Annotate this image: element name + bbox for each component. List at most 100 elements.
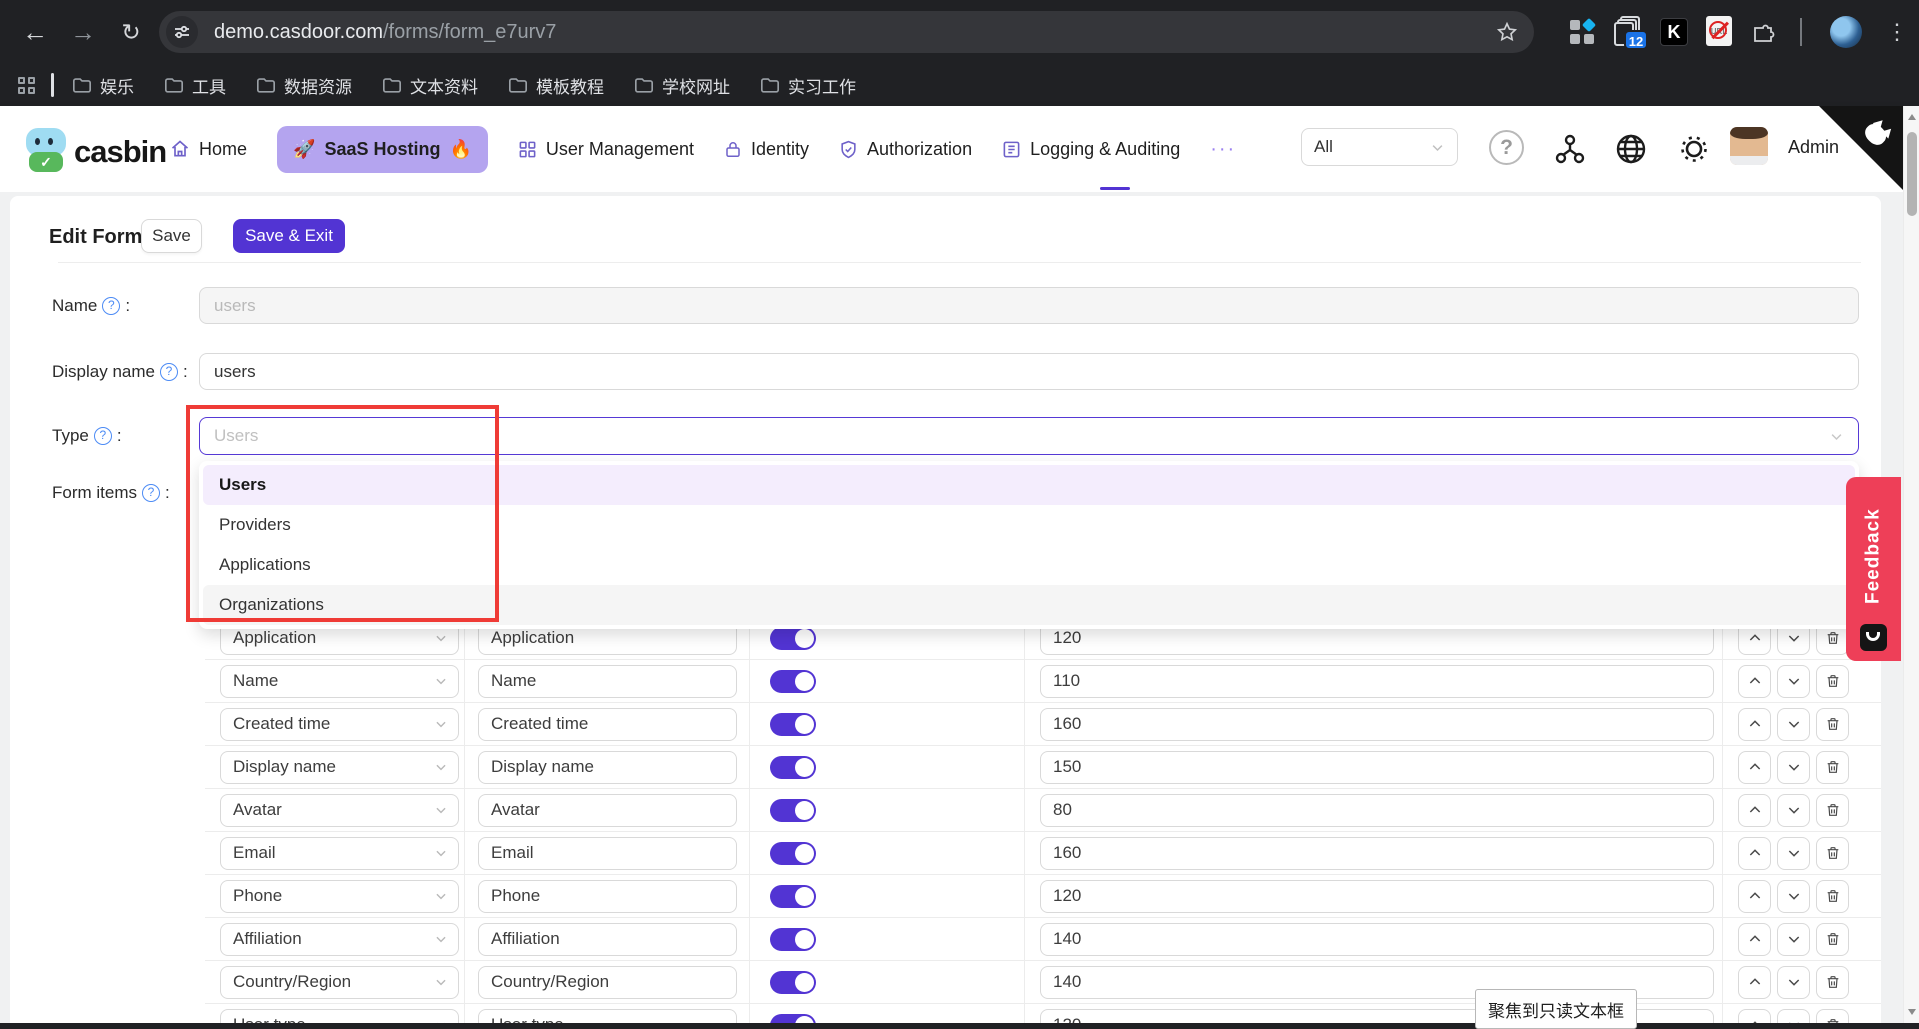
display-name-cell-input[interactable]: Affiliation xyxy=(478,923,737,956)
browser-profile-avatar[interactable] xyxy=(1830,16,1862,48)
bookmark-folder[interactable]: 学校网址 xyxy=(634,73,730,98)
move-up-button[interactable] xyxy=(1738,880,1771,913)
reload-icon[interactable]: ↻ xyxy=(114,16,148,50)
field-select[interactable]: User type xyxy=(220,1009,459,1024)
visible-toggle[interactable] xyxy=(770,928,816,951)
move-down-button[interactable] xyxy=(1777,665,1810,698)
move-up-button[interactable] xyxy=(1738,923,1771,956)
nav-item-authorization[interactable]: Authorization xyxy=(839,139,972,160)
display-name-cell-input[interactable]: Created time xyxy=(478,708,737,741)
visible-toggle[interactable] xyxy=(770,713,816,736)
display-name-cell-input[interactable]: Display name xyxy=(478,751,737,784)
organization-filter-select[interactable]: All xyxy=(1301,128,1458,166)
field-select[interactable]: Country/Region xyxy=(220,966,459,999)
delete-button[interactable] xyxy=(1816,966,1849,999)
page-scrollbar[interactable] xyxy=(1903,106,1919,1023)
delete-button[interactable] xyxy=(1816,794,1849,827)
nav-item--[interactable]: ··· xyxy=(1210,138,1236,161)
delete-button[interactable] xyxy=(1816,665,1849,698)
sitemap-icon[interactable] xyxy=(1552,131,1588,167)
back-icon[interactable]: ← xyxy=(18,16,52,50)
field-select[interactable]: Name xyxy=(220,665,459,698)
move-down-button[interactable] xyxy=(1777,966,1810,999)
visible-toggle[interactable] xyxy=(770,799,816,822)
name-input[interactable]: users xyxy=(199,287,1859,324)
visible-toggle[interactable] xyxy=(770,842,816,865)
bookmark-folder[interactable]: 娱乐 xyxy=(72,73,134,98)
delete-button[interactable] xyxy=(1816,708,1849,741)
move-down-button[interactable] xyxy=(1777,923,1810,956)
field-select[interactable]: Display name xyxy=(220,751,459,784)
scroll-down-icon[interactable] xyxy=(1908,1009,1916,1015)
bento-extension-icon[interactable] xyxy=(1568,18,1596,46)
visible-toggle[interactable] xyxy=(770,885,816,908)
move-up-button[interactable] xyxy=(1738,751,1771,784)
save-button[interactable]: Save xyxy=(141,219,202,253)
nav-item-logging-auditing[interactable]: Logging & Auditing xyxy=(1002,139,1180,160)
delete-button[interactable] xyxy=(1816,751,1849,784)
move-down-button[interactable] xyxy=(1777,837,1810,870)
field-select[interactable]: Phone xyxy=(220,880,459,913)
bookmark-star-icon[interactable] xyxy=(1496,21,1518,43)
move-down-button[interactable] xyxy=(1777,794,1810,827)
field-select[interactable]: Avatar xyxy=(220,794,459,827)
delete-button[interactable] xyxy=(1816,837,1849,870)
move-up-button[interactable] xyxy=(1738,1009,1771,1024)
language-globe-icon[interactable] xyxy=(1613,131,1649,167)
visible-toggle[interactable] xyxy=(770,971,816,994)
bookmark-folder[interactable]: 模板教程 xyxy=(508,73,604,98)
field-select[interactable]: Email xyxy=(220,837,459,870)
nav-item-home[interactable]: Home xyxy=(170,139,247,160)
move-down-button[interactable] xyxy=(1777,1009,1810,1024)
width-input[interactable]: 80 xyxy=(1040,794,1714,827)
width-input[interactable]: 110 xyxy=(1040,665,1714,698)
forward-icon[interactable]: → xyxy=(66,16,100,50)
save-exit-button[interactable]: Save & Exit xyxy=(233,219,345,253)
move-up-button[interactable] xyxy=(1738,837,1771,870)
nav-item-user-management[interactable]: User Management xyxy=(518,139,694,160)
move-up-button[interactable] xyxy=(1738,665,1771,698)
delete-button[interactable] xyxy=(1816,880,1849,913)
brand-name[interactable]: casbin xyxy=(74,134,166,170)
apps-grid-icon[interactable] xyxy=(18,77,35,94)
nav-item-identity[interactable]: Identity xyxy=(724,139,809,160)
display-name-cell-input[interactable]: Email xyxy=(478,837,737,870)
display-name-cell-input[interactable]: Country/Region xyxy=(478,966,737,999)
width-input[interactable]: 150 xyxy=(1040,751,1714,784)
delete-button[interactable] xyxy=(1816,923,1849,956)
scrollbar-thumb[interactable] xyxy=(1907,132,1917,216)
move-down-button[interactable] xyxy=(1777,880,1810,913)
bookmark-folder[interactable]: 数据资源 xyxy=(256,73,352,98)
display-name-cell-input[interactable]: User type xyxy=(478,1009,737,1024)
visible-toggle[interactable] xyxy=(770,670,816,693)
help-icon[interactable]: ? xyxy=(1489,130,1524,165)
move-up-button[interactable] xyxy=(1738,708,1771,741)
width-input[interactable]: 120 xyxy=(1040,880,1714,913)
display-name-input[interactable]: users xyxy=(199,353,1859,390)
extensions-puzzle-icon[interactable] xyxy=(1754,20,1778,44)
visible-toggle[interactable] xyxy=(770,1014,816,1024)
width-input[interactable]: 160 xyxy=(1040,708,1714,741)
field-select[interactable]: Created time xyxy=(220,708,459,741)
width-input[interactable]: 160 xyxy=(1040,837,1714,870)
k-extension-icon[interactable]: K xyxy=(1660,18,1688,46)
bookmark-folder[interactable]: 工具 xyxy=(164,73,226,98)
display-name-cell-input[interactable]: Name xyxy=(478,665,737,698)
address-bar[interactable]: demo.casdoor.com/forms/form_e7urv7 xyxy=(159,11,1534,53)
bookmark-folder[interactable]: 文本资料 xyxy=(382,73,478,98)
width-input[interactable]: 140 xyxy=(1040,923,1714,956)
visible-toggle[interactable] xyxy=(770,627,816,650)
move-down-button[interactable] xyxy=(1777,708,1810,741)
bookmark-folder[interactable]: 实习工作 xyxy=(760,73,856,98)
nav-item-saas-hosting[interactable]: 🚀SaaS Hosting🔥 xyxy=(277,126,488,173)
tab-stack-extension-icon[interactable]: 12 xyxy=(1614,16,1644,46)
url-blocker-extension-icon[interactable]: URL xyxy=(1706,16,1732,46)
feedback-tab[interactable]: Feedback xyxy=(1846,477,1901,661)
field-select[interactable]: Affiliation xyxy=(220,923,459,956)
site-settings-icon[interactable] xyxy=(166,16,198,48)
visible-toggle[interactable] xyxy=(770,756,816,779)
move-up-button[interactable] xyxy=(1738,966,1771,999)
theme-sun-icon[interactable] xyxy=(1676,131,1712,167)
browser-menu-icon[interactable]: ⋮ xyxy=(1886,17,1908,47)
casbin-logo[interactable]: ✓ xyxy=(24,126,68,174)
